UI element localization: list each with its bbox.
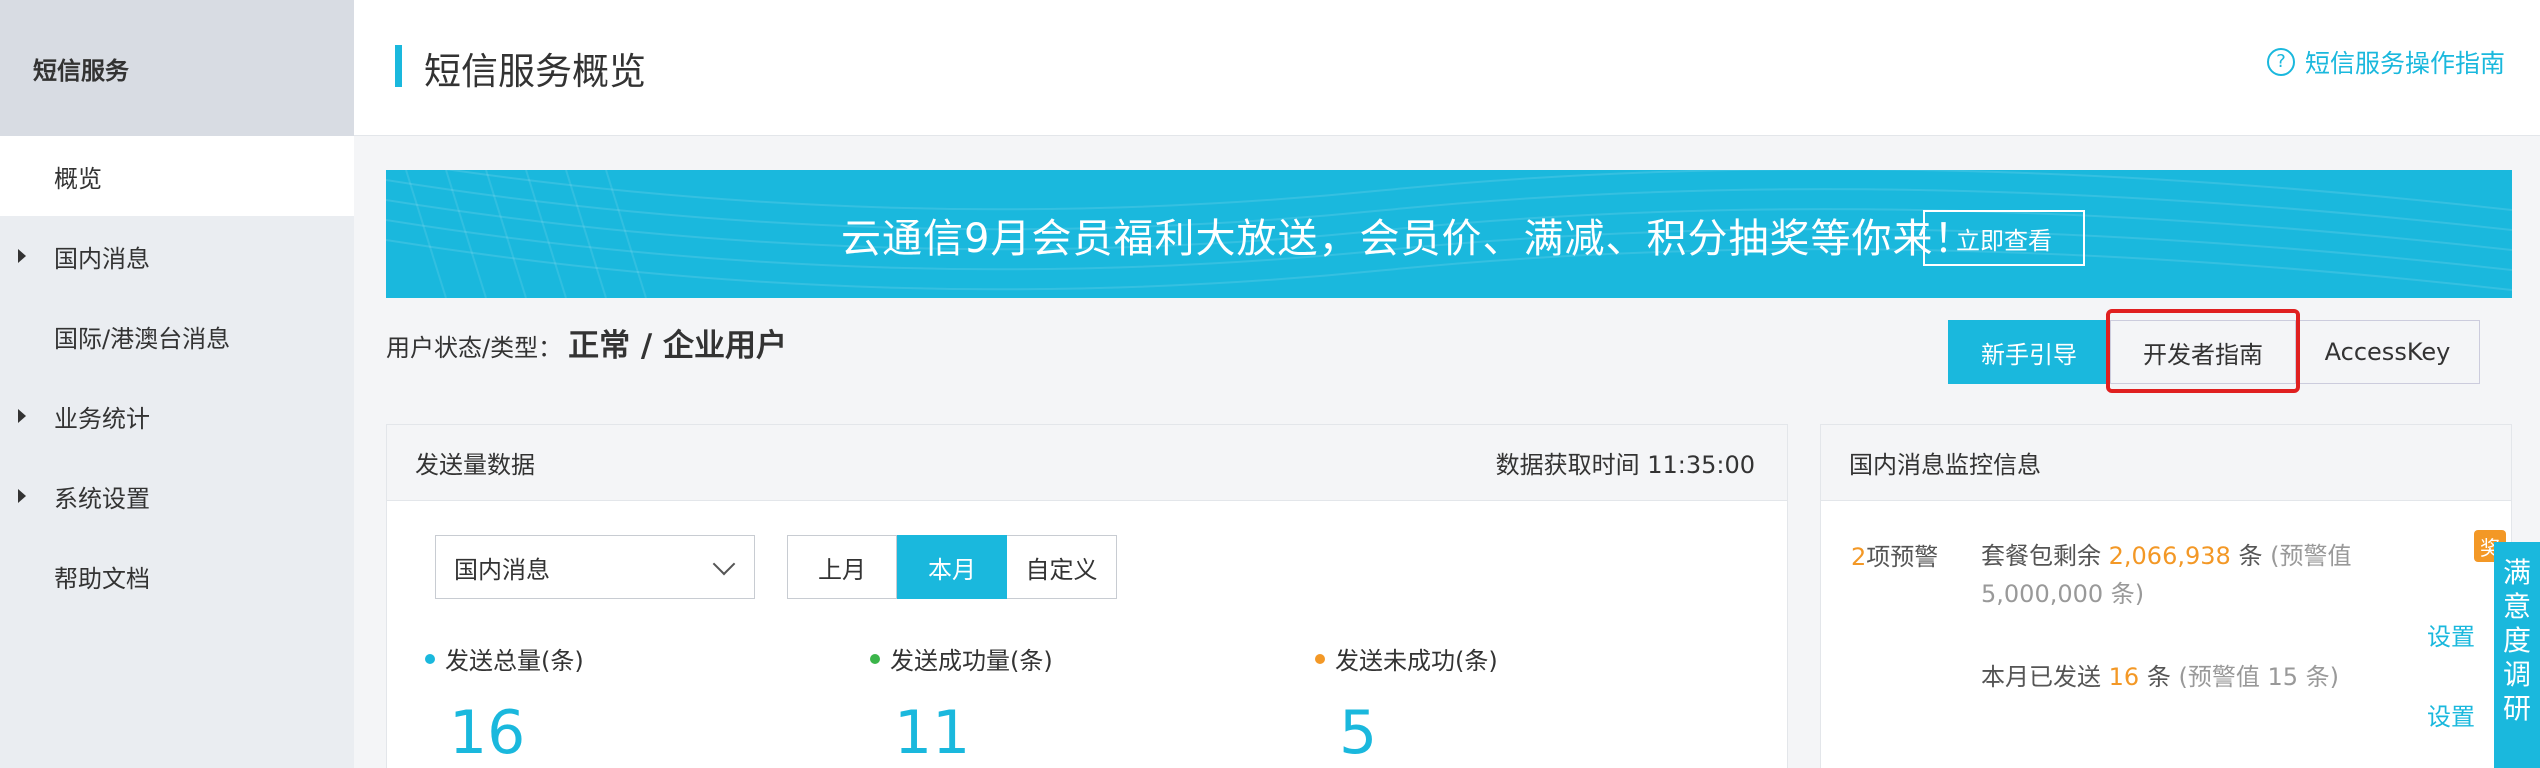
user-status-label: 用户状态/类型： xyxy=(386,334,563,362)
sidebar-item-domestic[interactable]: 国内消息 xyxy=(0,216,354,296)
monitor-panel-title: 国内消息监控信息 xyxy=(1849,451,2041,479)
sidebar-item-label: 国内消息 xyxy=(54,244,150,273)
fetch-time: 数据获取时间 11:35:00 xyxy=(1495,451,1755,479)
stat-success: 发送成功量(条) 11 xyxy=(870,641,1053,768)
dot-icon xyxy=(1315,653,1325,664)
period-last-month[interactable]: 上月 xyxy=(787,535,897,599)
user-status-value: 正常 / 企业用户 xyxy=(568,328,788,364)
send-controls: 国内消息 上月 本月 自定义 xyxy=(435,535,1117,599)
sidebar-item-international[interactable]: 国际/港澳台消息 xyxy=(0,296,354,376)
page-title: 短信服务概览 xyxy=(424,50,646,93)
dot-icon xyxy=(870,653,880,664)
package-settings-link[interactable]: 设置 xyxy=(2427,617,2475,652)
newbie-guide-button[interactable]: 新手引导 xyxy=(1948,320,2110,384)
stat-value: 16 xyxy=(449,698,526,768)
caret-right-icon xyxy=(18,489,26,503)
sidebar-item-statistics[interactable]: 业务统计 xyxy=(0,376,354,456)
sidebar-item-overview[interactable]: 概览 xyxy=(0,136,354,216)
sidebar-item-settings[interactable]: 系统设置 xyxy=(0,456,354,536)
help-circle-icon: ? xyxy=(2266,48,2295,76)
caret-right-icon xyxy=(18,249,26,263)
chevron-down-icon xyxy=(712,552,736,576)
stat-failed: 发送未成功(条) 5 xyxy=(1315,641,1498,768)
promo-banner[interactable]: 云通信9月会员福利大放送，会员价、满减、积分抽奖等你来！ 立即查看 xyxy=(386,170,2512,298)
send-panel-title: 发送量数据 xyxy=(415,451,535,479)
sidebar-item-label: 业务统计 xyxy=(54,404,150,433)
warning-count: 2项预警 xyxy=(1851,543,1939,571)
monitor-panel: 国内消息监控信息 2项预警 套餐包剩余 2,066,938 条 (预警值 5,0… xyxy=(1820,424,2512,768)
send-volume-panel: 发送量数据 数据获取时间 11:35:00 国内消息 上月 本月 自定义 发送总… xyxy=(386,424,1788,768)
banner-view-button[interactable]: 立即查看 xyxy=(1923,210,2085,266)
operation-guide-label: 短信服务操作指南 xyxy=(2304,49,2505,78)
dot-icon xyxy=(425,653,435,664)
period-custom[interactable]: 自定义 xyxy=(1007,535,1117,599)
send-panel-header: 发送量数据 数据获取时间 11:35:00 xyxy=(387,425,1787,501)
main-content: 短信服务概览 ? 短信服务操作指南 云通信9月会员福利大放送，会员价、满减、积分… xyxy=(354,0,2540,768)
sidebar-item-help[interactable]: 帮助文档 xyxy=(0,536,354,616)
sidebar-item-label: 系统设置 xyxy=(54,484,150,513)
message-type-select[interactable]: 国内消息 xyxy=(435,535,755,599)
package-remaining: 套餐包剩余 2,066,938 条 (预警值 5,000,000 条) xyxy=(1981,542,2352,608)
sidebar-item-label: 概览 xyxy=(54,164,102,193)
operation-guide-link[interactable]: ? 短信服务操作指南 xyxy=(2266,44,2505,80)
month-sent: 本月已发送 16 条 (预警值 15 条) xyxy=(1981,663,2339,691)
page-header: 短信服务概览 ? 短信服务操作指南 xyxy=(354,0,2540,136)
satisfaction-survey-tab[interactable]: 满 意 度 调 研 xyxy=(2494,542,2540,768)
quick-actions: 新手引导 开发者指南 AccessKey xyxy=(1948,309,2480,393)
sidebar-title: 短信服务 xyxy=(0,0,354,136)
stat-label: 发送总量(条) xyxy=(445,647,584,675)
stat-value: 5 xyxy=(1339,698,1378,768)
stat-total: 发送总量(条) 16 xyxy=(425,641,584,768)
title-accent-bar xyxy=(395,45,402,87)
banner-text: 云通信9月会员福利大放送，会员价、满减、积分抽奖等你来！ xyxy=(841,216,1975,262)
caret-right-icon xyxy=(18,409,26,423)
developer-guide-button[interactable]: 开发者指南 xyxy=(2106,309,2300,393)
sidebar: 短信服务 概览 国内消息 国际/港澳台消息 业务统计 系统设置 帮助文档 xyxy=(0,0,354,768)
stat-label: 发送未成功(条) xyxy=(1335,647,1498,675)
stat-value: 11 xyxy=(894,698,971,768)
sidebar-item-label: 帮助文档 xyxy=(54,564,150,593)
month-settings-link[interactable]: 设置 xyxy=(2427,697,2475,732)
period-segmented-control: 上月 本月 自定义 xyxy=(787,535,1117,599)
stat-label: 发送成功量(条) xyxy=(890,647,1053,675)
period-this-month[interactable]: 本月 xyxy=(897,535,1007,599)
access-key-button[interactable]: AccessKey xyxy=(2296,320,2480,384)
sidebar-item-label: 国际/港澳台消息 xyxy=(54,324,231,353)
user-status: 用户状态/类型： 正常 / 企业用户 xyxy=(386,320,787,365)
message-type-value: 国内消息 xyxy=(454,555,550,584)
monitor-panel-header: 国内消息监控信息 xyxy=(1821,425,2511,501)
